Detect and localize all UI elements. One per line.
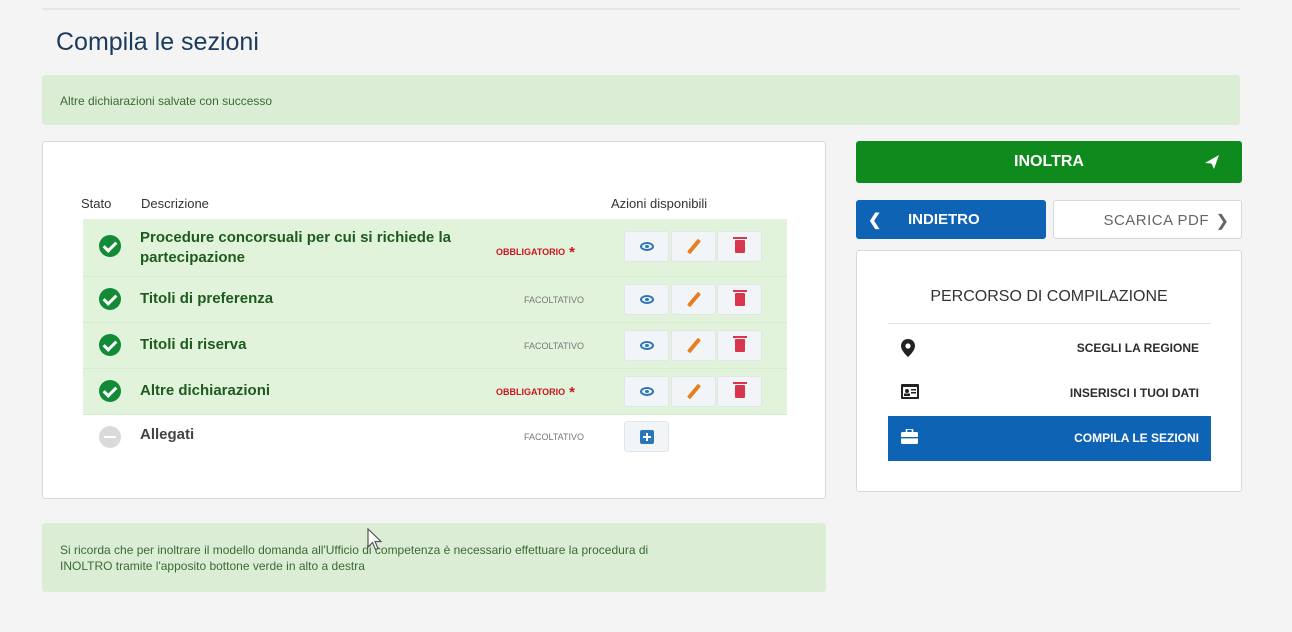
section-description[interactable]: Titoli di riserva xyxy=(140,335,246,355)
step-inserisci-dati[interactable]: INSERISCI I TUOI DATI xyxy=(888,371,1211,416)
eye-icon xyxy=(639,242,654,251)
paper-plane-icon xyxy=(1205,155,1219,169)
view-button[interactable] xyxy=(624,231,669,262)
indietro-button[interactable]: ❮ INDIETRO xyxy=(856,200,1046,239)
percorso-panel: PERCORSO DI COMPILAZIONE SCEGLI LA REGIO… xyxy=(856,250,1242,492)
trash-icon xyxy=(732,290,747,306)
mouse-cursor-icon xyxy=(367,528,383,551)
map-marker-icon xyxy=(901,339,915,357)
section-description[interactable]: Procedure concorsuali per cui si richied… xyxy=(140,228,451,268)
scarica-pdf-label: SCARICA PDF xyxy=(1103,212,1209,229)
table-row: Altre dichiarazioni OBBLIGATORIO * xyxy=(83,369,787,415)
briefcase-icon xyxy=(901,429,918,444)
check-circle-icon xyxy=(99,288,121,310)
info-alert-line: Si ricorda che per inoltrare il modello … xyxy=(60,543,649,557)
step-label: INSERISCI I TUOI DATI xyxy=(1069,386,1199,400)
delete-button[interactable] xyxy=(717,231,762,262)
view-button[interactable] xyxy=(624,330,669,361)
section-description[interactable]: Allegati xyxy=(140,425,194,445)
minus-circle-icon xyxy=(99,426,121,448)
top-divider xyxy=(42,8,1240,10)
scarica-pdf-button[interactable]: SCARICA PDF ❯ xyxy=(1053,200,1242,239)
table-row: Procedure concorsuali per cui si richied… xyxy=(83,219,787,277)
indietro-label: INDIETRO xyxy=(908,211,980,228)
chevron-right-icon: ❯ xyxy=(1215,213,1229,230)
requirement-badge: FACOLTATIVO xyxy=(524,432,585,442)
delete-button[interactable] xyxy=(717,330,762,361)
step-scegli-regione[interactable]: SCEGLI LA REGIONE xyxy=(888,326,1211,371)
required-asterisk-icon: * xyxy=(569,384,576,401)
table-row: Titoli di preferenza FACOLTATIVO xyxy=(83,277,787,323)
edit-button[interactable] xyxy=(671,231,716,262)
add-button[interactable] xyxy=(624,421,669,452)
requirement-badge: OBBLIGATORIO * xyxy=(496,384,576,401)
info-alert: Si ricorda che per inoltrare il modello … xyxy=(42,523,826,592)
percorso-title: PERCORSO DI COMPILAZIONE xyxy=(930,288,1168,305)
chevron-left-icon: ❮ xyxy=(868,212,882,229)
inoltra-button[interactable]: INOLTRA xyxy=(856,141,1242,183)
section-description[interactable]: Altre dichiarazioni xyxy=(140,381,270,401)
pencil-icon xyxy=(686,383,701,400)
check-circle-icon xyxy=(99,334,121,356)
pencil-icon xyxy=(686,337,701,354)
check-circle-icon xyxy=(99,380,121,402)
plus-square-icon xyxy=(639,429,654,444)
table-row: Titoli di riserva FACOLTATIVO xyxy=(83,323,787,369)
requirement-badge: FACOLTATIVO xyxy=(524,295,585,305)
id-card-icon xyxy=(901,384,919,399)
delete-button[interactable] xyxy=(717,376,762,407)
section-description[interactable]: Titoli di preferenza xyxy=(140,289,273,309)
step-label: SCEGLI LA REGIONE xyxy=(1076,341,1199,355)
check-circle-icon xyxy=(99,235,121,257)
view-button[interactable] xyxy=(624,376,669,407)
trash-icon xyxy=(732,336,747,352)
edit-button[interactable] xyxy=(671,284,716,315)
requirement-badge: FACOLTATIVO xyxy=(524,341,585,351)
step-label: COMPILA LE SEZIONI xyxy=(1074,431,1199,445)
view-button[interactable] xyxy=(624,284,669,315)
sections-panel: Stato Descrizione Azioni disponibili Pro… xyxy=(42,141,826,499)
trash-icon xyxy=(732,237,747,253)
eye-icon xyxy=(639,341,654,350)
eye-icon xyxy=(639,295,654,304)
column-header-azioni: Azioni disponibili xyxy=(611,196,708,211)
success-alert: Altre dichiarazioni salvate con successo xyxy=(42,75,1240,125)
eye-icon xyxy=(639,387,654,396)
table-row: Allegati FACOLTATIVO xyxy=(83,415,787,460)
pencil-icon xyxy=(686,291,701,308)
pencil-icon xyxy=(686,238,701,255)
edit-button[interactable] xyxy=(671,376,716,407)
edit-button[interactable] xyxy=(671,330,716,361)
step-compila-sezioni[interactable]: COMPILA LE SEZIONI xyxy=(888,416,1211,461)
delete-button[interactable] xyxy=(717,284,762,315)
column-header-stato: Stato xyxy=(81,196,112,211)
divider xyxy=(888,323,1211,324)
page-title: Compila le sezioni xyxy=(56,28,259,56)
column-header-descrizione: Descrizione xyxy=(141,196,209,211)
inoltra-label: INOLTRA xyxy=(1014,153,1084,170)
requirement-badge: OBBLIGATORIO * xyxy=(496,244,576,261)
info-alert-line: INOLTRO tramite l'apposito bottone verde… xyxy=(60,559,365,573)
sections-table: Procedure concorsuali per cui si richied… xyxy=(83,219,787,460)
required-asterisk-icon: * xyxy=(569,244,576,261)
trash-icon xyxy=(732,382,747,398)
